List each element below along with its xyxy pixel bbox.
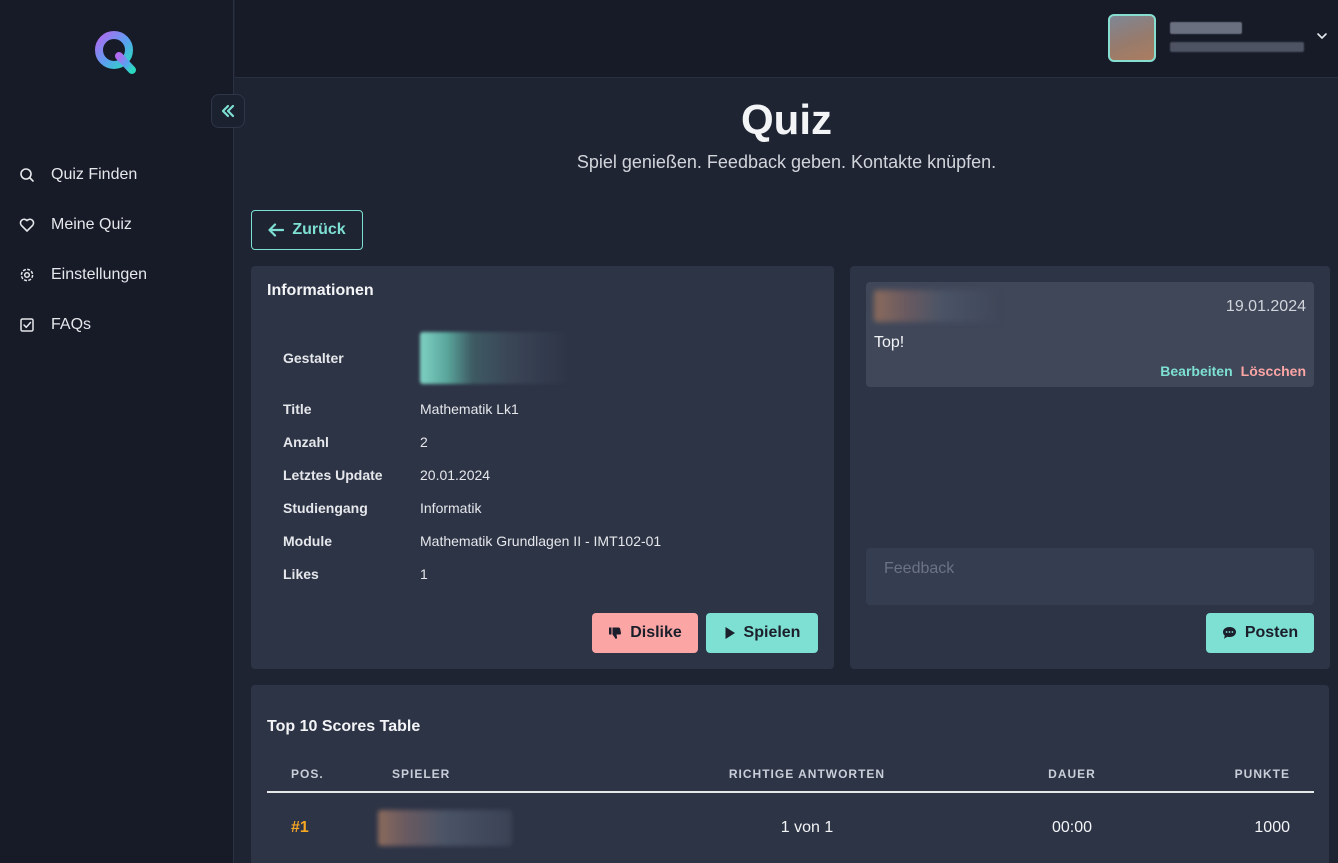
sidebar: Quiz Finden Meine Quiz Einstellungen FAQ… <box>0 0 245 863</box>
sidebar-nav: Quiz Finden Meine Quiz Einstellungen FAQ… <box>0 150 234 350</box>
dislike-button-label: Dislike <box>630 624 682 641</box>
play-button[interactable]: Spielen <box>706 613 818 653</box>
info-label: Likes <box>283 565 319 582</box>
avatar[interactable] <box>1108 14 1156 62</box>
sidebar-item-label: Einstellungen <box>51 266 148 283</box>
gear-icon <box>19 267 35 283</box>
user-menu[interactable] <box>1170 20 1306 60</box>
double-chevron-left-icon <box>221 104 235 118</box>
sidebar-item-label: Quiz Finden <box>51 166 138 183</box>
delete-comment-link[interactable]: Löscchen <box>1241 363 1306 379</box>
page-title: Quiz <box>741 96 832 143</box>
comment-date: 19.01.2024 <box>1225 298 1306 315</box>
sidebar-item-einstellungen[interactable]: Einstellungen <box>0 250 234 300</box>
info-value: 2 <box>420 433 428 450</box>
back-button[interactable]: Zurück <box>251 210 363 250</box>
score-position: #1 <box>291 818 309 836</box>
column-header-correct: RICHTIGE ANTWORTEN <box>642 757 972 793</box>
score-correct: 1 von 1 <box>780 818 834 836</box>
info-label: Letztes Update <box>283 466 383 483</box>
app-logo[interactable] <box>92 28 140 76</box>
info-row-last-update: Letztes Update 20.01.2024 <box>283 458 661 491</box>
score-points: 1000 <box>1254 818 1290 836</box>
info-list: Gestalter Title Mathematik Lk1 Anzahl 2 … <box>283 324 661 590</box>
sidebar-item-label: Meine Quiz <box>51 216 132 233</box>
chevron-down-icon[interactable] <box>1316 30 1328 42</box>
sidebar-item-label: FAQs <box>51 316 92 333</box>
back-button-label: Zurück <box>292 221 346 238</box>
info-row-count: Anzahl 2 <box>283 425 661 458</box>
player-redacted <box>378 809 512 846</box>
score-duration: 00:00 <box>1051 818 1093 836</box>
info-value: 20.01.2024 <box>420 466 491 483</box>
info-label: Anzahl <box>283 433 329 450</box>
column-header-player: SPIELER <box>392 757 642 793</box>
edit-comment-link[interactable]: Bearbeiten <box>1160 363 1232 379</box>
sidebar-item-faqs[interactable]: FAQs <box>0 300 234 350</box>
top-bar <box>235 0 1338 78</box>
info-value: Mathematik Grundlagen II - IMT102-01 <box>420 532 662 549</box>
info-row-module: Module Mathematik Grundlagen II - IMT102… <box>283 524 661 557</box>
sidebar-item-quiz-finden[interactable]: Quiz Finden <box>0 150 234 200</box>
sidebar-item-meine-quiz[interactable]: Meine Quiz <box>0 200 234 250</box>
post-button[interactable]: Posten <box>1206 613 1314 653</box>
scores-table: POS. SPIELER RICHTIGE ANTWORTEN DAUER PU… <box>267 757 1314 862</box>
table-header-row: POS. SPIELER RICHTIGE ANTWORTEN DAUER PU… <box>267 757 1314 793</box>
comment-text: Top! <box>874 334 905 351</box>
info-label: Studiengang <box>283 499 368 516</box>
scores-title: Top 10 Scores Table <box>267 718 421 735</box>
creator-redacted[interactable] <box>420 332 570 384</box>
info-card-title: Informationen <box>267 282 374 299</box>
post-button-label: Posten <box>1244 624 1299 641</box>
feedback-card: 19.01.2024 Top! Bearbeiten Löscchen Post… <box>850 266 1330 669</box>
search-icon <box>19 167 35 183</box>
info-value: Mathematik Lk1 <box>420 400 519 417</box>
play-button-label: Spielen <box>743 624 801 641</box>
column-header-duration: DAUER <box>972 757 1172 793</box>
dislike-button[interactable]: Dislike <box>592 613 698 653</box>
info-card: Informationen Gestalter Title Mathematik… <box>251 266 834 669</box>
comment-author-redacted[interactable] <box>874 290 998 322</box>
info-label: Title <box>283 400 312 417</box>
info-label: Gestalter <box>283 350 344 366</box>
heart-icon <box>19 217 35 233</box>
user-name-redacted <box>1170 22 1242 34</box>
info-row-study-program: Studiengang Informatik <box>283 491 661 524</box>
comment-actions: Bearbeiten Löscchen <box>1160 363 1306 379</box>
table-row: #1 1 von 1 00:00 1000 <box>267 792 1314 862</box>
comment-icon <box>1222 627 1236 639</box>
checkbox-icon <box>19 317 35 333</box>
info-value: 1 <box>420 565 428 582</box>
info-row-title: Title Mathematik Lk1 <box>283 392 661 425</box>
info-row-creator: Gestalter <box>283 324 661 392</box>
thumbs-down-icon <box>609 627 622 639</box>
info-value: Informatik <box>420 499 482 516</box>
play-icon <box>725 627 735 639</box>
page-subtitle: Spiel genießen. Feedback geben. Kontakte… <box>576 152 997 172</box>
info-row-likes: Likes 1 <box>283 557 661 590</box>
scores-card: Top 10 Scores Table POS. SPIELER RICHTIG… <box>251 685 1329 863</box>
comment-item: 19.01.2024 Top! Bearbeiten Löscchen <box>866 282 1314 387</box>
arrow-left-icon <box>268 223 285 237</box>
column-header-points: PUNKTE <box>1172 757 1314 793</box>
info-label: Module <box>283 532 332 549</box>
column-header-pos: POS. <box>267 757 392 793</box>
feedback-input[interactable] <box>866 548 1314 605</box>
